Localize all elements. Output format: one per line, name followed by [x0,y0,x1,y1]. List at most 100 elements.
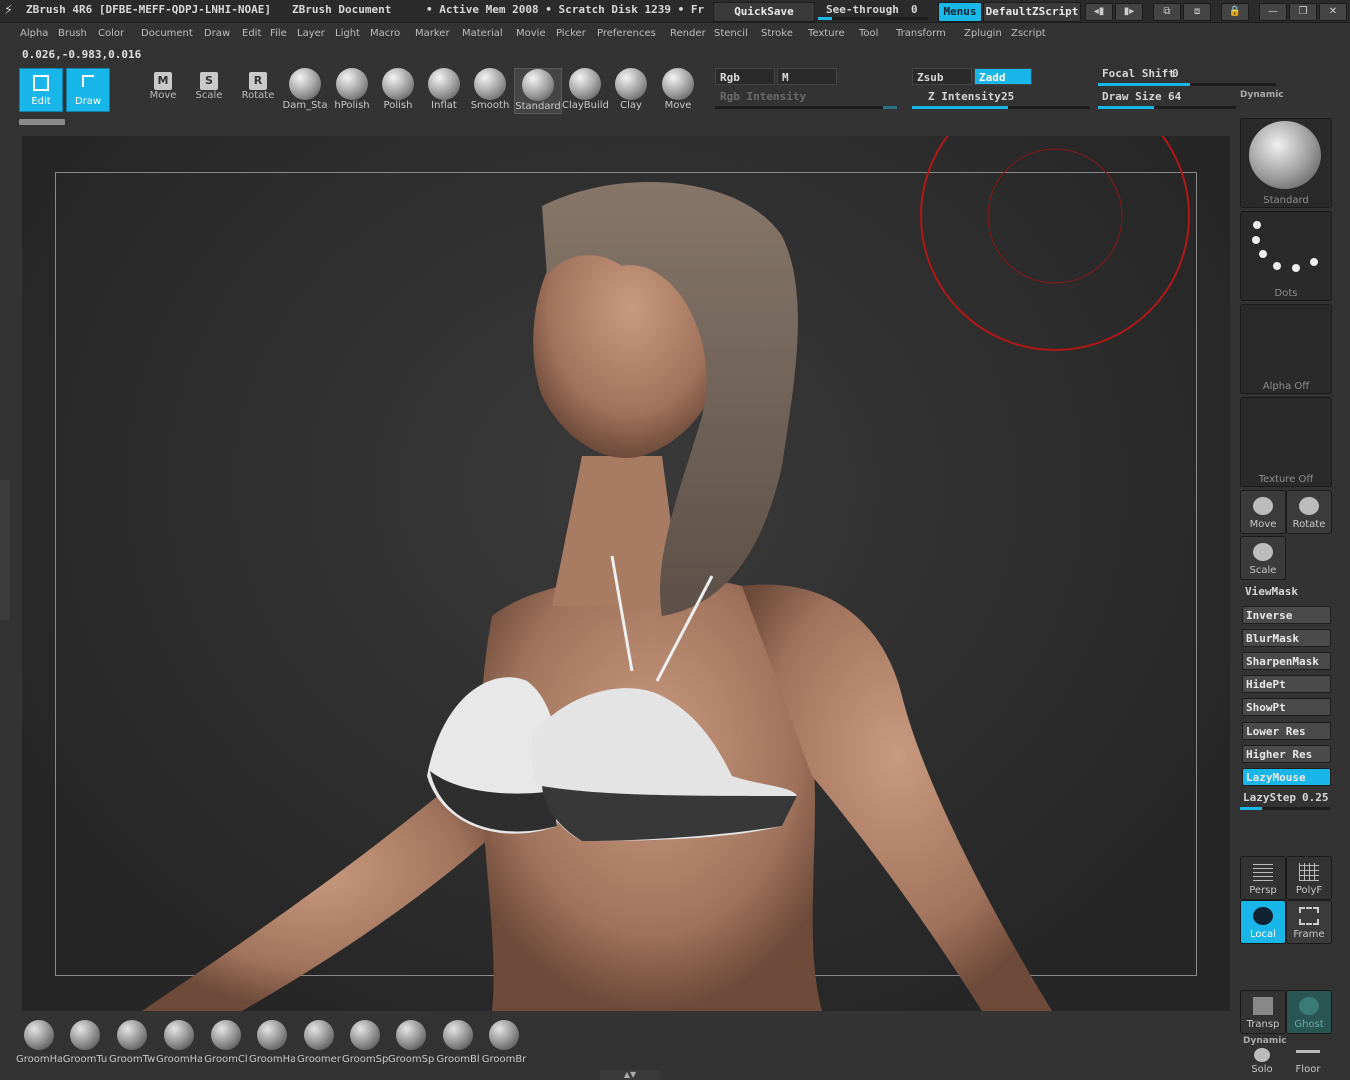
brush-smooth[interactable]: Smooth [467,68,513,112]
groom-brush-5[interactable]: GroomCl [203,1020,249,1070]
brush-clay[interactable]: Clay [608,68,654,112]
current-brush-tile[interactable]: Standard [1240,118,1332,208]
menu-light[interactable]: Light [335,28,360,39]
menu-transform[interactable]: Transform [896,28,946,39]
draw-size-slider[interactable]: Draw Size 64 [1098,89,1238,111]
menus-button[interactable]: Menus [938,2,982,22]
edit-mode-button[interactable]: Edit [19,68,63,112]
menu-macro[interactable]: Macro [370,28,400,39]
swap-layout-icon[interactable]: ⧈ [1183,3,1211,21]
floor-button[interactable]: Floor [1286,1036,1330,1078]
polyf-button[interactable]: PolyF [1286,856,1332,900]
hidept-button[interactable]: HidePt [1242,675,1331,693]
rotate-mode-button[interactable]: R Rotate [236,72,280,108]
menu-zplugin[interactable]: Zplugin [964,28,1002,39]
menu-color[interactable]: Color [98,28,124,39]
rgb-intensity-slider[interactable]: Rgb Intensity [715,89,900,111]
menu-bar: Alpha Brush Color Document Draw Edit Fil… [0,24,1350,44]
zsub-toggle[interactable]: Zsub [912,68,972,85]
brush-inflat[interactable]: Inflat [421,68,467,112]
draw-mode-button[interactable]: Draw [66,68,110,112]
quicksave-button[interactable]: QuickSave [713,2,815,22]
brush-dam-standard[interactable]: Dam_Sta [282,68,328,112]
stroke-tile[interactable]: Dots [1240,211,1332,301]
menu-zscript[interactable]: Zscript [1011,28,1046,39]
menu-movie[interactable]: Movie [516,28,546,39]
menu-render[interactable]: Render [670,28,706,39]
sharpenmask-button[interactable]: SharpenMask [1242,652,1331,670]
groom-brush-11[interactable]: GroomBr [481,1020,527,1070]
menu-brush[interactable]: Brush [58,28,87,39]
bottom-tray-handle[interactable]: ▲▼ [600,1070,660,1080]
menu-edit[interactable]: Edit [242,28,261,39]
default-zscript-button[interactable]: DefaultZScript [983,2,1081,22]
texture-tile[interactable]: Texture Off [1240,397,1332,487]
groom-brush-3[interactable]: GroomTw [109,1020,155,1070]
brush-standard[interactable]: Standard [514,68,562,114]
shrink-ui-icon[interactable]: ◂▮ [1085,3,1113,21]
groom-brush-4[interactable]: GroomHa [156,1020,202,1070]
dynamic-toggle[interactable]: Dynamic [1240,90,1284,100]
menu-layer[interactable]: Layer [297,28,325,39]
magnifier-icon [1253,543,1273,561]
tray-handle[interactable] [19,119,65,125]
move-view-button[interactable]: Move [1240,490,1286,534]
lock-icon[interactable]: 🔒 [1221,3,1249,21]
inverse-button[interactable]: Inverse [1242,606,1331,624]
scale-mode-button[interactable]: S Scale [187,72,231,108]
document-canvas[interactable] [22,136,1230,1011]
lazymouse-toggle[interactable]: LazyMouse [1242,768,1331,786]
mrgb-toggle[interactable]: M [777,68,837,85]
groom-brush-10[interactable]: GroomBl [435,1020,481,1070]
close-icon[interactable]: ✕ [1319,3,1347,21]
rgb-toggle[interactable]: Rgb [715,68,775,85]
menu-material[interactable]: Material [462,28,503,39]
brush-polish[interactable]: Polish [375,68,421,112]
brush-clay-icon [615,68,647,100]
solo-button[interactable]: Solo [1240,1036,1284,1078]
menu-alpha[interactable]: Alpha [20,28,48,39]
ghost-button[interactable]: Ghost [1286,990,1332,1034]
groom-brush-9[interactable]: GroomSp [388,1020,434,1070]
focal-shift-slider[interactable]: Focal Shift 0 [1098,66,1278,88]
rotate-view-button[interactable]: Rotate [1286,490,1332,534]
lazystep-slider[interactable]: LazyStep 0.25 [1240,790,1332,812]
blurmask-button[interactable]: BlurMask [1242,629,1331,647]
menu-preferences[interactable]: Preferences [597,28,656,39]
see-through-slider[interactable]: See-through 0 [818,2,932,20]
expand-ui-icon[interactable]: ▮▸ [1115,3,1143,21]
menu-tool[interactable]: Tool [859,28,878,39]
brush-hpolish[interactable]: hPolish [329,68,375,112]
z-intensity-slider[interactable]: Z Intensity 25 [912,89,1092,111]
higher-res-button[interactable]: Higher Res [1242,745,1331,763]
showpt-button[interactable]: ShowPt [1242,698,1331,716]
scale-view-button[interactable]: Scale [1240,536,1286,580]
menu-stencil[interactable]: Stencil [714,28,748,39]
frame-button[interactable]: Frame [1286,900,1332,944]
left-tray-handle[interactable] [0,480,10,620]
menu-texture[interactable]: Texture [808,28,845,39]
menu-document[interactable]: Document [141,28,193,39]
groom-brush-1[interactable]: GroomHa [16,1020,62,1070]
menu-file[interactable]: File [270,28,287,39]
brush-claybuildup[interactable]: ClayBuild [562,68,608,112]
groom-brush-7[interactable]: Groomer [296,1020,342,1070]
lower-res-button[interactable]: Lower Res [1242,722,1331,740]
move-mode-button[interactable]: M Move [141,72,185,108]
zadd-toggle[interactable]: Zadd [974,68,1032,85]
menu-picker[interactable]: Picker [556,28,586,39]
menu-stroke[interactable]: Stroke [761,28,793,39]
maximize-icon[interactable]: ❐ [1289,3,1317,21]
menu-draw[interactable]: Draw [204,28,230,39]
groom-brush-2[interactable]: GroomTu [62,1020,108,1070]
persp-button[interactable]: Persp [1240,856,1286,900]
menu-marker[interactable]: Marker [415,28,450,39]
groom-brush-6[interactable]: GroomHa [249,1020,295,1070]
layout-icon[interactable]: ⧉ [1153,3,1181,21]
brush-move[interactable]: Move [655,68,701,112]
minimize-icon[interactable]: — [1259,3,1287,21]
groom-brush-8[interactable]: GroomSp [342,1020,388,1070]
alpha-tile[interactable]: Alpha Off [1240,304,1332,394]
local-button[interactable]: Local [1240,900,1286,944]
transp-button[interactable]: Transp [1240,990,1286,1034]
